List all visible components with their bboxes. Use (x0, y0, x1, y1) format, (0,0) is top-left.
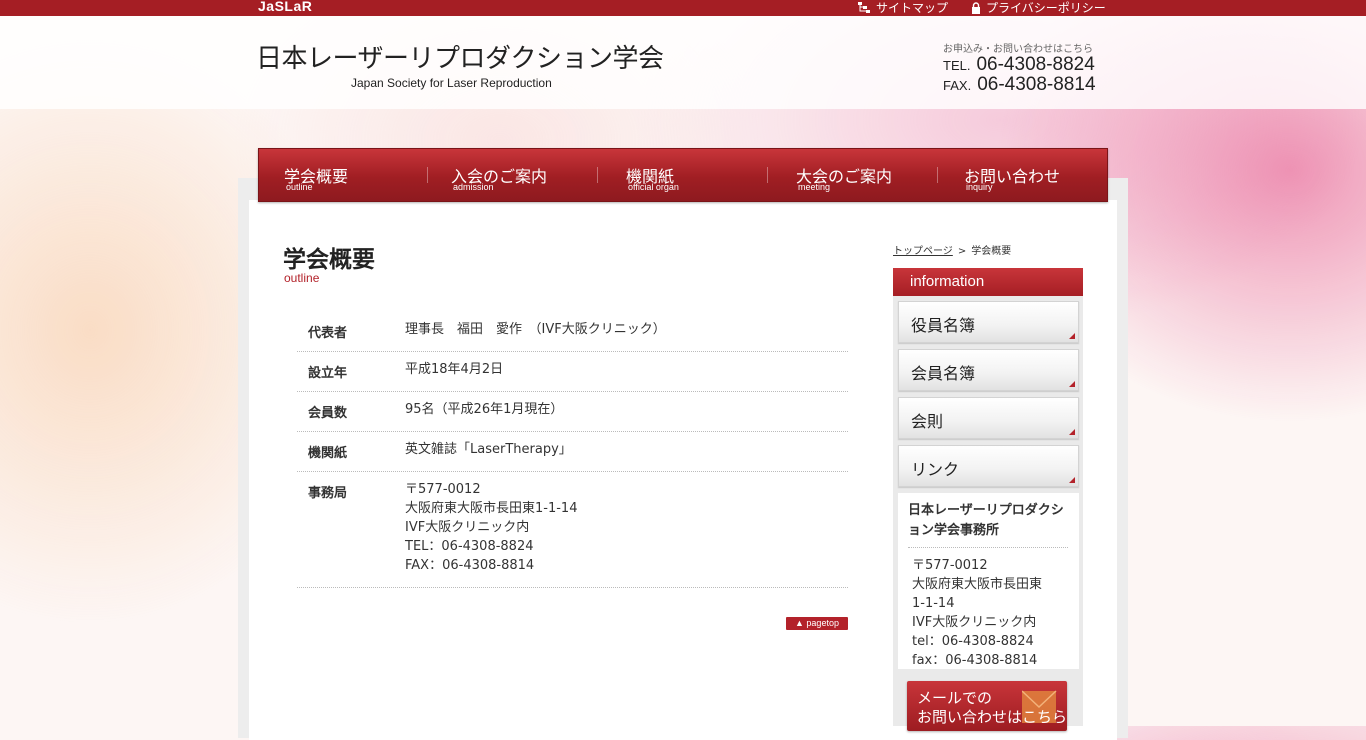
sidebar-item-label: 会則 (911, 412, 944, 431)
sidebar-item-label: 会員名簿 (911, 364, 976, 383)
nav-divider (767, 167, 768, 183)
row-key: 代表者 (308, 326, 348, 341)
header-band (0, 16, 1366, 109)
privacy-policy-link[interactable]: プライバシーポリシー (971, 0, 1106, 16)
fax-number: 06-4308-8814 (977, 74, 1096, 95)
row-key: 会員数 (308, 406, 348, 421)
fax-label: FAX. (943, 78, 972, 93)
corner-arrow-icon (1069, 333, 1075, 339)
sidebar-item-members[interactable]: 会員名簿 (898, 349, 1079, 391)
nav-official-organ[interactable]: 機関紙 official organ (626, 149, 766, 201)
mail-button-line1: メールでの (917, 689, 993, 707)
sitemap-icon (858, 2, 870, 13)
contact-note: お申込み・お問い合わせはこちら (943, 44, 1093, 55)
sidebar-item-label: 役員名簿 (911, 316, 976, 335)
office-name: 日本レーザーリプロダクション学会事務所 (908, 501, 1068, 548)
nav-admission[interactable]: 入会のご案内 admission (451, 149, 601, 201)
mail-button-line2: お問い合わせはこちら (917, 708, 1067, 726)
nav-meeting[interactable]: 大会のご案内 meeting (796, 149, 936, 201)
tel-label: TEL. (943, 58, 971, 73)
tel-number: 06-4308-8824 (976, 54, 1095, 75)
nav-official-organ-sub: official organ (628, 182, 679, 192)
table-row: 事務局 〒577-0012 大阪府東大阪市長田東1-1-14 IVF大阪クリニッ… (297, 472, 848, 588)
breadcrumb-current: 学会概要 (971, 246, 1012, 257)
pagetop-button[interactable]: ▲ pagetop (786, 617, 848, 630)
top-bar: JaSLaR サイトマップ プライバシーポリシー (0, 0, 1366, 16)
header-fax: FAX. 06-4308-8814 (943, 74, 1096, 96)
sidebar-item-officers[interactable]: 役員名簿 (898, 301, 1079, 343)
nav-inquiry[interactable]: お問い合わせ inquiry (964, 149, 1104, 201)
breadcrumb-home-link[interactable]: トップページ (893, 246, 953, 257)
row-key: 設立年 (308, 366, 348, 381)
row-value: 〒577-0012 大阪府東大阪市長田東1-1-14 IVF大阪クリニック内 T… (405, 482, 578, 573)
header-tel: TEL. 06-4308-8824 (943, 54, 1095, 76)
page-title: 学会概要 (283, 247, 375, 273)
corner-arrow-icon (1069, 477, 1075, 483)
table-row: 代表者 理事長 福田 愛作 （IVF大阪クリニック） (297, 312, 848, 352)
sitemap-link[interactable]: サイトマップ (858, 0, 948, 16)
corner-arrow-icon (1069, 429, 1075, 435)
mail-inquiry-button[interactable]: メールでの お問い合わせはこちら (907, 681, 1067, 731)
sidebar-header: information (893, 268, 1083, 296)
nav-divider (597, 167, 598, 183)
row-value: 平成18年4月2日 (405, 362, 504, 377)
privacy-policy-label: プライバシーポリシー (986, 1, 1106, 15)
corner-arrow-icon (1069, 381, 1075, 387)
site-subtitle: Japan Society for Laser Reproduction (351, 76, 552, 90)
table-row: 機関紙 英文雑誌「LaserTherapy」 (297, 432, 848, 472)
nav-outline-sub: outline (286, 182, 313, 192)
sidebar-item-links[interactable]: リンク (898, 445, 1079, 487)
breadcrumb: トップページ > 学会概要 (893, 242, 1011, 257)
nav-inquiry-sub: inquiry (966, 182, 993, 192)
row-value: 理事長 福田 愛作 （IVF大阪クリニック） (405, 322, 666, 337)
sidebar-item-label: リンク (911, 460, 960, 479)
nav-admission-sub: admission (453, 182, 494, 192)
row-value: 95名（平成26年1月現在） (405, 402, 564, 417)
sitemap-label: サイトマップ (876, 1, 949, 15)
global-nav: 学会概要 outline 入会のご案内 admission 機関紙 offici… (258, 148, 1108, 202)
lock-icon (972, 1, 980, 14)
table-row: 設立年 平成18年4月2日 (297, 352, 848, 392)
nav-divider (427, 167, 428, 183)
info-table: 代表者 理事長 福田 愛作 （IVF大阪クリニック） 設立年 平成18年4月2日… (297, 312, 848, 588)
office-address: 〒577-0012 大阪府東大阪市長田東 1-1-14 IVF大阪クリニック内 … (912, 558, 1043, 668)
row-value: 英文雑誌「LaserTherapy」 (405, 442, 572, 457)
page-subtitle: outline (284, 271, 320, 285)
table-row: 会員数 95名（平成26年1月現在） (297, 392, 848, 432)
row-key: 事務局 (308, 486, 348, 501)
brand-logo[interactable]: JaSLaR (258, 0, 312, 14)
nav-meeting-sub: meeting (798, 182, 831, 192)
row-key: 機関紙 (308, 446, 348, 461)
site-title[interactable]: 日本レーザーリプロダクション学会 (256, 38, 664, 75)
breadcrumb-separator: > (957, 246, 967, 257)
sidebar-item-bylaws[interactable]: 会則 (898, 397, 1079, 439)
nav-outline[interactable]: 学会概要 outline (284, 149, 424, 201)
nav-divider (937, 167, 938, 183)
